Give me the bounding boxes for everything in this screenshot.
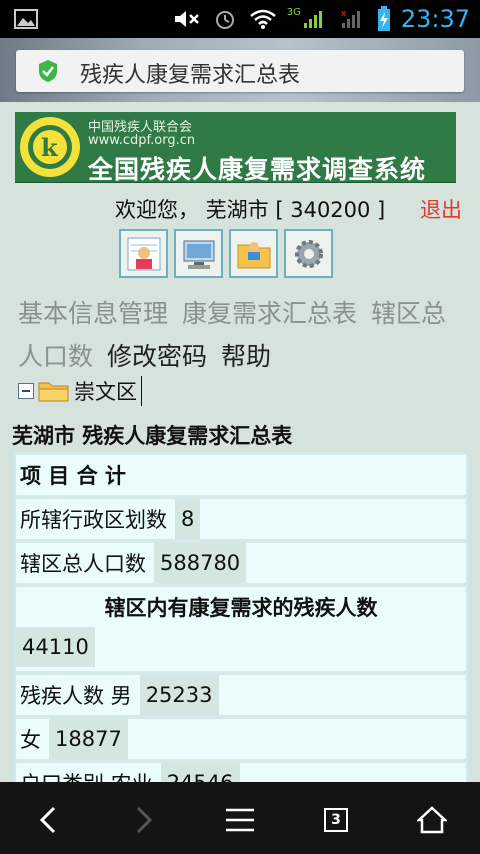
row-label: 辖区总人口数 [20,552,146,576]
table-row: 残疾人数 男 25233 [14,673,468,717]
clock: 23:37 [400,5,470,33]
system-name: 全国残疾人康复需求调查系统 [88,155,427,184]
computer-button[interactable] [174,229,223,278]
report-title: 芜湖市 残疾人康复需求汇总表 [12,424,293,448]
tree-node-label[interactable]: 崇文区 [74,376,142,406]
row-label: 女 [20,728,41,752]
nav-change-password[interactable]: 修改密码 [107,342,207,371]
back-button[interactable] [30,802,66,838]
folder-user-icon [237,241,270,268]
region-tree: 崇文区 [18,376,142,406]
page-title: 残疾人康复需求汇总表 [80,63,301,88]
battery-charging-icon [377,6,390,31]
user-icon [127,237,160,270]
tree-collapse-toggle[interactable] [18,383,34,399]
alarm-icon [215,11,234,29]
settings-button[interactable] [284,229,333,278]
site-banner: k 中国残疾人联合会 www.cdpf.org.cn 全国残疾人康复需求调查系统 [15,112,456,184]
nav-rehab-summary[interactable]: 康复需求汇总表 [182,299,357,328]
nav-basic-info[interactable]: 基本信息管理 [18,299,168,328]
row-label: 残疾人数 男 [20,684,132,708]
browser-nav-bar: 3 [0,782,480,854]
nav-help[interactable]: 帮助 [221,342,271,371]
forward-button[interactable] [126,802,162,838]
wifi-icon [249,9,276,29]
row-value: 25233 [139,675,219,715]
row-label: 户口类别 农业 [16,768,161,782]
forward-arrow-icon [136,806,153,834]
user-info-button[interactable] [119,229,168,278]
row-value: 24546 [160,763,240,782]
row-value: 588780 [154,543,247,583]
summary-table: 项 目 合 计 所辖行政区划数 8 辖区总人口数 588780 辖区内有康复需求的残… [12,451,470,782]
main-nav: 基本信息管理 康复需求汇总表 辖区总人口数 修改密码 帮助 [18,292,468,378]
table-header: 项 目 合 计 [20,464,126,488]
network-type-label: 3G [286,6,301,18]
menu-icon [226,808,254,832]
section-heading: 辖区内有康复需求的残疾人数 [104,596,378,620]
gear-icon [294,239,323,268]
status-bar: 3G x 23:37 [0,0,480,38]
total-value: 44110 [16,627,95,667]
tabs-count-icon: 3 [324,808,348,832]
table-row: 户口类别 农业24546 [14,761,468,782]
row-label: 所辖行政区划数 [20,508,167,532]
secure-shield-icon [39,60,57,82]
welcome-text: 欢迎您， 芜湖市 [ 340200 ] [115,198,386,222]
home-button[interactable] [414,802,450,838]
cdpf-emblem-icon: k [20,117,80,177]
table-row: 辖区总人口数 588780 [14,541,468,585]
signal-icon [303,11,322,28]
back-arrow-icon [39,806,56,834]
folder-icon [38,382,69,402]
mute-icon [174,11,199,27]
page-content: k 中国残疾人联合会 www.cdpf.org.cn 全国残疾人康复需求调查系统… [0,102,480,782]
svg-text:x: x [341,9,347,19]
row-value: 8 [175,499,201,539]
table-row: 女 18877 [14,717,468,761]
table-row: 所辖行政区划数 8 [14,497,468,541]
table-row: 辖区内有康复需求的残疾人数 44110 [14,585,468,673]
computer-icon [183,240,214,269]
menu-button[interactable] [222,802,258,838]
logout-link[interactable]: 退出 [420,194,462,224]
toolbar-icons [119,229,333,278]
signal-x-icon: x [341,9,360,28]
home-icon [417,806,447,834]
table-row: 项 目 合 计 [14,453,468,497]
org-website: www.cdpf.org.cn [88,133,196,148]
image-icon [14,9,38,29]
svg-text:k: k [41,133,59,162]
row-value: 18877 [49,719,128,759]
folder-user-button[interactable] [229,229,278,278]
tabs-button[interactable]: 3 [318,802,354,838]
